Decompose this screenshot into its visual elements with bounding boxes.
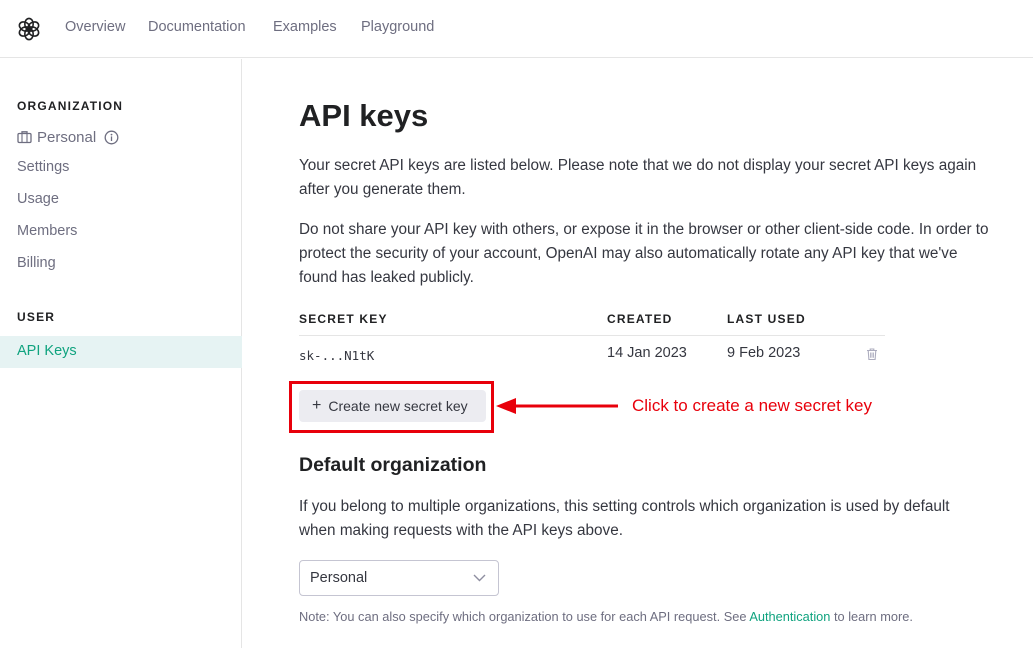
sidebar-item-members[interactable]: Members — [17, 223, 77, 239]
sidebar-item-api-keys[interactable]: API Keys — [0, 336, 242, 368]
org-note: Note: You can also specify which organiz… — [299, 609, 913, 624]
secret-key-value: sk-...N1tK — [299, 348, 375, 363]
intro-line: after you generate them. — [299, 181, 466, 198]
nav-playground[interactable]: Playground — [361, 19, 434, 35]
created-value: 14 Jan 2023 — [607, 345, 687, 361]
intro-line: Your secret API keys are listed below. P… — [299, 157, 977, 174]
sidebar-item-billing[interactable]: Billing — [17, 255, 56, 271]
default-org-heading: Default organization — [299, 454, 487, 476]
authentication-link[interactable]: Authentication — [749, 609, 830, 624]
plus-icon: + — [312, 397, 322, 414]
warning-line: Do not share your API key with others, o… — [299, 221, 989, 238]
create-button-label: Create new secret key — [328, 398, 468, 414]
note-prefix: Note: You can also specify which organiz… — [299, 609, 750, 624]
sidebar-item-usage[interactable]: Usage — [17, 191, 59, 207]
organization-heading: ORGANIZATION — [17, 99, 124, 113]
select-value: Personal — [310, 570, 368, 586]
col-header-created: CREATED — [607, 312, 673, 326]
openai-logo-icon[interactable] — [16, 16, 42, 42]
create-secret-key-button[interactable]: + Create new secret key — [299, 390, 486, 422]
user-heading: USER — [17, 310, 56, 324]
default-org-line: when making requests with the API keys a… — [299, 522, 623, 539]
nav-documentation[interactable]: Documentation — [148, 19, 246, 35]
default-org-line: If you belong to multiple organizations,… — [299, 498, 950, 515]
org-name: Personal — [37, 128, 97, 146]
warning-text: Do not share your API key with others, o… — [299, 218, 1033, 290]
sidebar-item-settings[interactable]: Settings — [17, 159, 69, 175]
note-suffix: to learn more. — [830, 609, 913, 624]
chevron-down-icon — [473, 574, 486, 582]
top-nav: Overview Documentation Examples Playgrou… — [0, 0, 1033, 58]
info-icon[interactable] — [104, 130, 119, 145]
col-header-secret-key: SECRET KEY — [299, 312, 388, 326]
sidebar-item-label: API Keys — [17, 343, 77, 359]
warning-line: found has leaked publicly. — [299, 269, 474, 286]
nav-examples[interactable]: Examples — [273, 19, 337, 35]
col-header-last-used: LAST USED — [727, 312, 806, 326]
intro-text: Your secret API keys are listed below. P… — [299, 154, 1033, 202]
annotation-text: Click to create a new secret key — [632, 396, 872, 415]
sidebar: ORGANIZATION Personal Settings Usage Mem… — [0, 59, 242, 648]
annotation-arrow-icon — [496, 398, 618, 414]
page-title: API keys — [299, 98, 429, 133]
nav-overview[interactable]: Overview — [65, 19, 125, 35]
briefcase-icon — [17, 131, 32, 144]
warning-line: protect the security of your account, Op… — [299, 245, 958, 262]
org-selector[interactable]: Personal — [17, 127, 119, 147]
default-org-description: If you belong to multiple organizations,… — [299, 495, 1033, 543]
last-used-value: 9 Feb 2023 — [727, 345, 801, 361]
table-divider — [299, 335, 885, 336]
default-org-select[interactable]: Personal — [299, 560, 499, 596]
trash-icon[interactable] — [865, 347, 879, 361]
